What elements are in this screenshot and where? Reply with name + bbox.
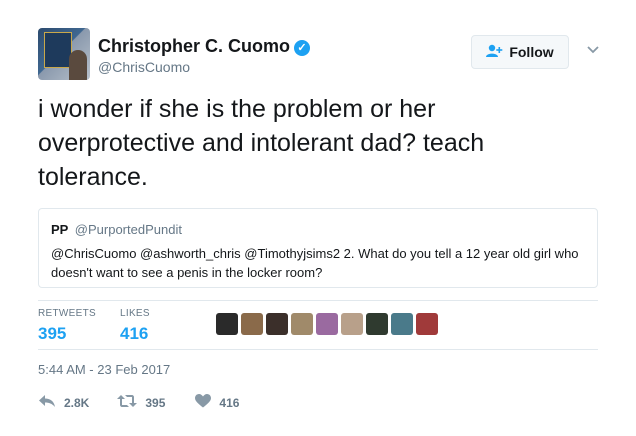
heart-icon (195, 393, 212, 413)
quoted-tweet-name: PP (51, 222, 69, 237)
follow-button[interactable]: Follow (471, 35, 569, 69)
liker-avatar[interactable] (366, 313, 388, 335)
liker-avatar[interactable] (216, 313, 238, 335)
chevron-down-icon[interactable] (586, 42, 600, 56)
user-name-text: Christopher C. Cuomo (98, 36, 290, 56)
avatar-person-shape (69, 50, 87, 80)
retweets-label: RETWEETS (38, 308, 96, 319)
follow-button-label: Follow (509, 44, 554, 60)
user-name[interactable]: Christopher C. Cuomo ✓ (98, 36, 310, 57)
retweets-stat[interactable]: RETWEETS 395 (38, 308, 96, 344)
tweet-text: i wonder if she is the problem or her ov… (38, 95, 485, 191)
stats-divider-top (38, 300, 598, 301)
quoted-tweet-handle: @PurportedPundit (74, 222, 182, 237)
retweet-button[interactable]: 395 (117, 394, 165, 413)
reply-button[interactable]: 2.8K (38, 394, 89, 413)
tweet-actions: 2.8K 395 416 (38, 393, 240, 413)
liker-avatar[interactable] (316, 313, 338, 335)
retweet-count: 395 (145, 396, 166, 410)
reply-icon (38, 394, 56, 413)
likes-stat[interactable]: LIKES 416 (120, 308, 150, 344)
tweet-timestamp[interactable]: 5:44 AM - 23 Feb 2017 (38, 362, 170, 377)
likes-label: LIKES (120, 308, 150, 319)
like-button[interactable]: 416 (195, 393, 240, 413)
likes-count: 416 (120, 324, 149, 343)
reply-count: 2.8K (64, 396, 90, 410)
user-handle[interactable]: @ChrisCuomo (98, 59, 190, 75)
liker-avatar[interactable] (291, 313, 313, 335)
avatar[interactable] (38, 28, 90, 80)
liker-avatar[interactable] (266, 313, 288, 335)
stats-divider-bottom (38, 349, 598, 350)
liker-avatar[interactable] (416, 313, 438, 335)
liker-avatar[interactable] (241, 313, 263, 335)
tweet-header: Christopher C. Cuomo ✓ @ChrisCuomo Follow (38, 28, 608, 80)
verified-badge-icon: ✓ (294, 40, 310, 56)
retweet-icon (117, 394, 138, 413)
quoted-tweet[interactable]: PP @PurportedPundit @ChrisCuomo @ashwort… (38, 208, 598, 288)
liker-avatar[interactable] (391, 313, 413, 335)
retweets-count: 395 (38, 324, 67, 343)
add-user-icon (486, 44, 503, 61)
likers-avatars (216, 313, 438, 335)
quoted-tweet-text: @ChrisCuomo @ashworth_chris @Timothyjsim… (51, 246, 579, 280)
avatar-plaque-shape (44, 32, 72, 68)
liker-avatar[interactable] (341, 313, 363, 335)
like-count: 416 (219, 396, 240, 410)
